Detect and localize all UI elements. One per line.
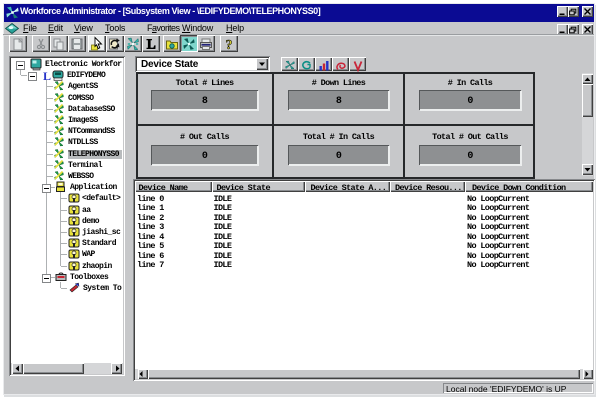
svg-text:?: ? bbox=[226, 38, 233, 53]
